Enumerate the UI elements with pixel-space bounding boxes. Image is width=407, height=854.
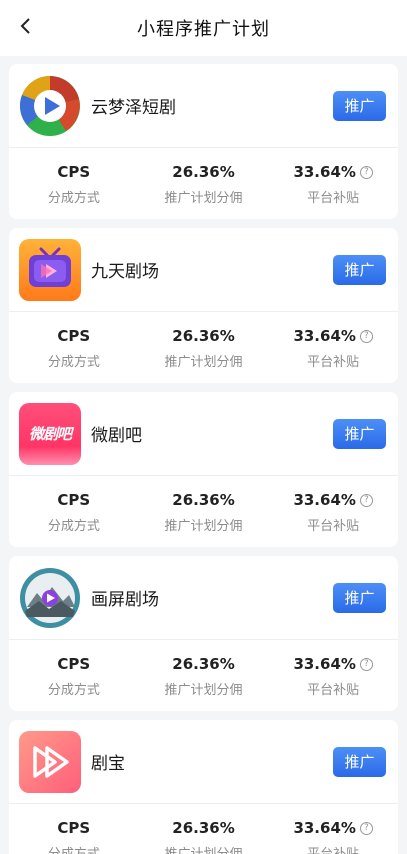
program-stats: CPS 分成方式 26.36% 推广计划分佣 33.64% ? 平台补贴 xyxy=(9,476,398,534)
back-button[interactable] xyxy=(14,14,38,38)
weijuba-logo: 微剧吧 xyxy=(19,402,81,465)
top-bar: 小程序推广计划 xyxy=(0,0,407,56)
subsidy-label: 平台补贴 xyxy=(307,519,360,534)
subsidy-stat: 33.64% ? 平台补贴 xyxy=(268,654,398,698)
commission-label: 推广计划分佣 xyxy=(164,683,243,698)
subsidy-label: 平台补贴 xyxy=(307,355,360,370)
page-title: 小程序推广计划 xyxy=(137,19,270,40)
program-card: 画屏剧场 推广 CPS 分成方式 26.36% 推广计划分佣 33.64% ? … xyxy=(9,556,398,711)
subsidy-label: 平台补贴 xyxy=(307,191,360,206)
commission-value: 26.36% xyxy=(172,163,235,181)
split-method-value: CPS xyxy=(57,327,91,345)
program-card-header: 画屏剧场 推广 xyxy=(9,556,398,640)
subsidy-stat: 33.64% ? 平台补贴 xyxy=(268,818,398,854)
program-name: 微剧吧 xyxy=(91,426,142,446)
program-name: 云梦泽短剧 xyxy=(91,98,176,118)
program-card-header: 微剧吧 微剧吧 推广 xyxy=(9,392,398,476)
split-method-value: CPS xyxy=(57,163,91,181)
program-card: 九天剧场 推广 CPS 分成方式 26.36% 推广计划分佣 33.64% ? … xyxy=(9,228,398,383)
split-method-stat: CPS 分成方式 xyxy=(9,818,139,854)
program-stats: CPS 分成方式 26.36% 推广计划分佣 33.64% ? 平台补贴 xyxy=(9,312,398,370)
commission-label: 推广计划分佣 xyxy=(139,843,269,854)
commission-stat: 26.36% 推广计划分佣 xyxy=(139,818,269,854)
split-method-stat: CPS 分成方式 xyxy=(9,490,139,534)
subsidy-label: 平台补贴 xyxy=(268,843,398,854)
subsidy-value: 33.64% xyxy=(293,163,356,181)
commission-stat: 26.36% 推广计划分佣 xyxy=(139,654,269,698)
split-method-value: CPS xyxy=(57,655,91,673)
program-name: 画屏剧场 xyxy=(91,590,159,610)
split-method-value: CPS xyxy=(57,491,91,509)
subsidy-stat: 33.64% ? 平台补贴 xyxy=(268,326,398,370)
commission-label: 推广计划分佣 xyxy=(164,191,243,206)
question-mark-icon[interactable]: ? xyxy=(359,329,373,343)
double-play-icon xyxy=(19,730,81,793)
subsidy-label: 平台补贴 xyxy=(307,683,360,698)
program-card-header: 剧宝 推广 xyxy=(9,720,398,804)
tv-play-icon xyxy=(19,238,81,301)
split-method-label: 分成方式 xyxy=(47,683,100,698)
question-mark-icon[interactable]: ? xyxy=(359,821,373,835)
program-list: 云梦泽短剧 推广 CPS 分成方式 26.36% 推广计划分佣 33.64% ?… xyxy=(0,56,407,854)
promote-button[interactable]: 推广 xyxy=(333,254,386,285)
program-stats: CPS 分成方式 26.36% 推广计划分佣 33.64% ? 平台补贴 xyxy=(9,804,398,854)
split-method-stat: CPS 分成方式 xyxy=(9,326,139,370)
commission-label: 推广计划分佣 xyxy=(164,519,243,534)
commission-value: 26.36% xyxy=(172,819,235,837)
commission-value: 26.36% xyxy=(172,327,235,345)
commission-stat: 26.36% 推广计划分佣 xyxy=(139,326,269,370)
play-triangle-circle-icon xyxy=(19,75,81,137)
split-method-value: CPS xyxy=(57,819,91,837)
split-method-label: 分成方式 xyxy=(47,355,100,370)
question-mark-icon[interactable]: ? xyxy=(359,165,373,179)
question-mark-icon[interactable]: ? xyxy=(359,493,373,507)
split-method-label: 分成方式 xyxy=(47,191,100,206)
program-card-header: 云梦泽短剧 推广 xyxy=(9,64,398,148)
question-mark-icon[interactable]: ? xyxy=(359,657,373,671)
program-name: 剧宝 xyxy=(91,754,125,774)
commission-value: 26.36% xyxy=(172,491,235,509)
promote-button[interactable]: 推广 xyxy=(333,418,386,449)
program-stats: CPS 分成方式 26.36% 推广计划分佣 33.64% ? 平台补贴 xyxy=(9,640,398,698)
subsidy-stat: 33.64% ? 平台补贴 xyxy=(268,162,398,206)
program-name: 九天剧场 xyxy=(91,262,159,282)
program-card: 云梦泽短剧 推广 CPS 分成方式 26.36% 推广计划分佣 33.64% ?… xyxy=(9,64,398,219)
subsidy-value: 33.64% xyxy=(293,655,356,673)
promote-button[interactable]: 推广 xyxy=(333,746,386,777)
split-method-label: 分成方式 xyxy=(9,843,139,854)
split-method-label: 分成方式 xyxy=(47,519,100,534)
split-method-stat: CPS 分成方式 xyxy=(9,654,139,698)
promote-button[interactable]: 推广 xyxy=(333,90,386,121)
commission-stat: 26.36% 推广计划分佣 xyxy=(139,162,269,206)
subsidy-value: 33.64% xyxy=(293,327,356,345)
commission-value: 26.36% xyxy=(172,655,235,673)
subsidy-value: 33.64% xyxy=(293,491,356,509)
program-card-header: 九天剧场 推广 xyxy=(9,228,398,312)
program-card: 微剧吧 微剧吧 推广 CPS 分成方式 26.36% 推广计划分佣 33.64%… xyxy=(9,392,398,547)
commission-label: 推广计划分佣 xyxy=(164,355,243,370)
chevron-left-icon xyxy=(20,18,30,34)
split-method-stat: CPS 分成方式 xyxy=(9,162,139,206)
commission-stat: 26.36% 推广计划分佣 xyxy=(139,490,269,534)
subsidy-value: 33.64% xyxy=(293,819,356,837)
promote-button[interactable]: 推广 xyxy=(333,582,386,613)
program-stats: CPS 分成方式 26.36% 推广计划分佣 33.64% ? 平台补贴 xyxy=(9,148,398,206)
program-card: 剧宝 推广 CPS 分成方式 26.36% 推广计划分佣 33.64% ? 平台… xyxy=(9,720,398,854)
subsidy-stat: 33.64% ? 平台补贴 xyxy=(268,490,398,534)
landscape-play-icon xyxy=(19,567,81,629)
